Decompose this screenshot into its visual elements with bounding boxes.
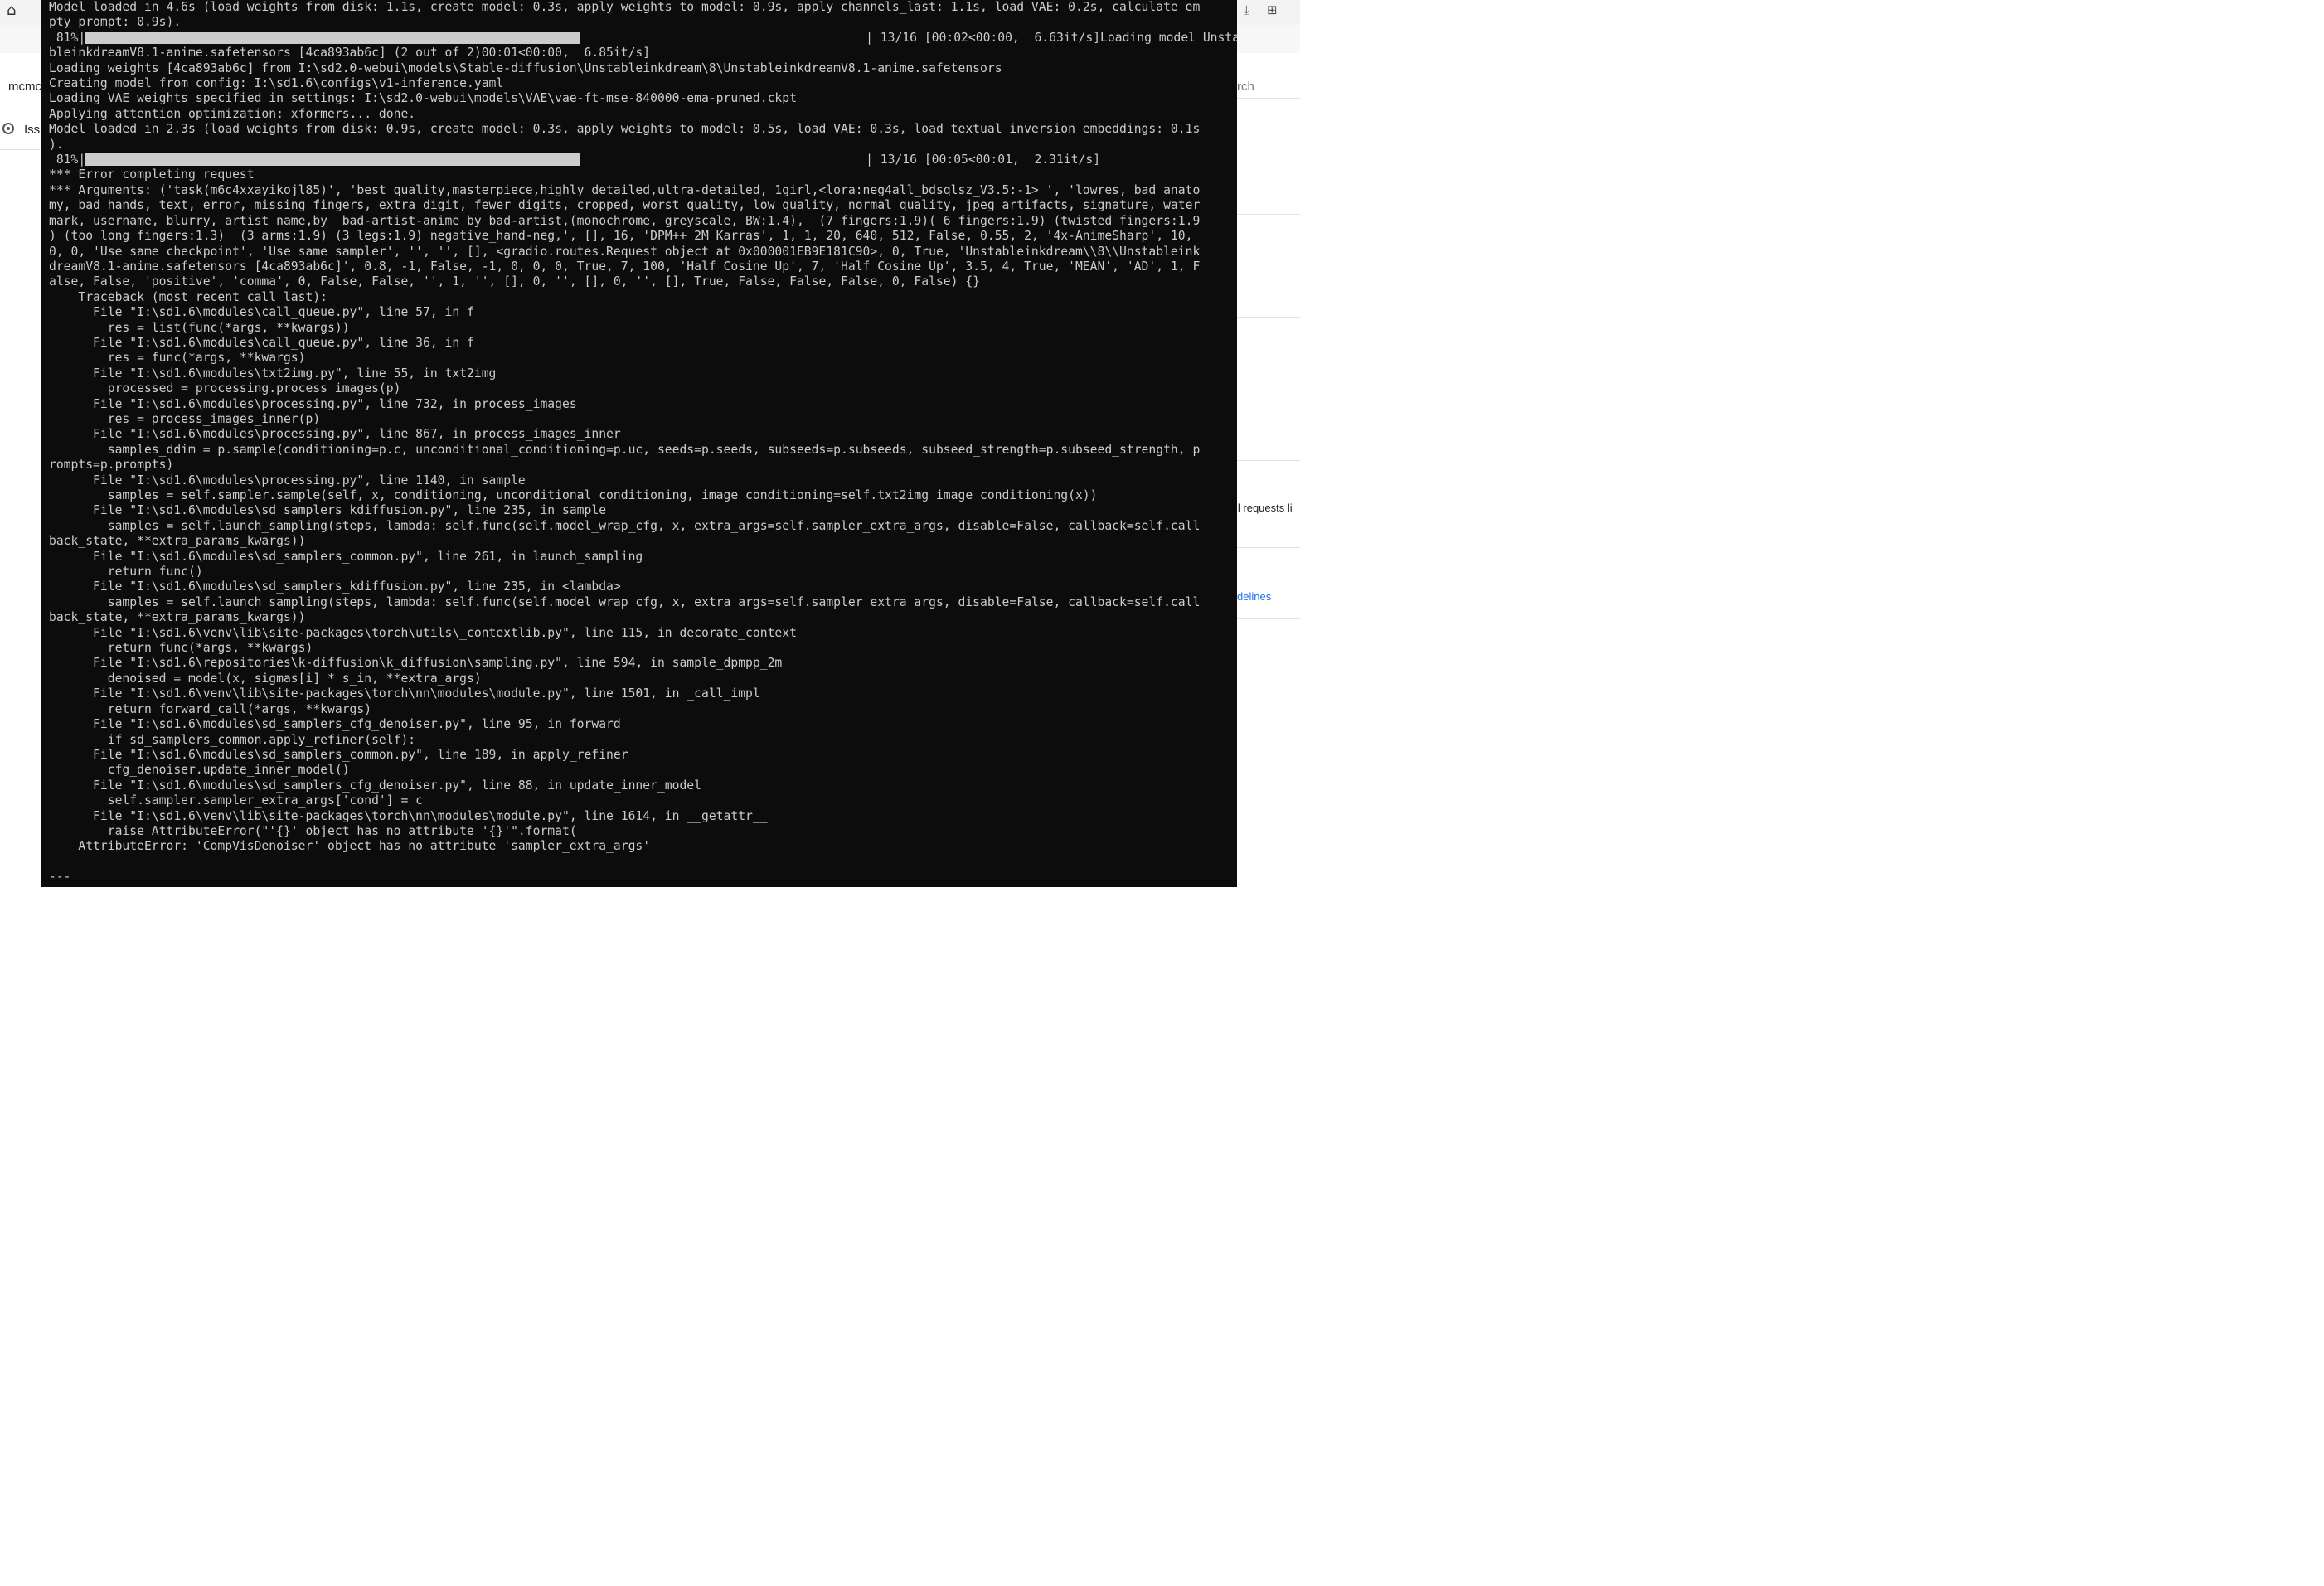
terminal-line: Loading weights [4ca893ab6c] from I:\sd2… [49,61,1002,75]
terminal-line: Traceback (most recent call last): [49,289,328,304]
terminal-line: Loading VAE weights specified in setting… [49,91,797,106]
terminal-window[interactable]: Model loaded in 4.6s (load weights from … [41,0,1237,887]
terminal-line: res = list(func(*args, **kwargs)) [49,320,350,335]
terminal-line: File "I:\sd1.6\modules\sd_samplers_commo… [49,549,643,564]
terminal-line: File "I:\sd1.6\venv\lib\site-packages\to… [49,625,797,640]
download-icon[interactable]: ⤓ [1244,2,1249,17]
divider [1237,214,1300,215]
terminal-line: if sd_samplers_common.apply_refiner(self… [49,732,416,747]
home-icon[interactable]: ⌂ [7,2,16,19]
terminal-line: Model loaded in 2.3s (load weights from … [49,122,1201,137]
progress-bar-1 [85,31,580,44]
terminal-line: return func(*args, **kwargs) [49,641,313,656]
terminal-line: Model loaded in 4.6s (load weights from … [49,0,1201,14]
guidelines-link[interactable]: delines [1237,590,1271,603]
terminal-line: denoised = model(x, sigmas[i] * s_in, **… [49,671,482,686]
terminal-line: return forward_call(*args, **kwargs) [49,701,372,716]
translate-icon[interactable]: ⊞ [1267,2,1278,17]
terminal-line: File "I:\sd1.6\modules\txt2img.py", line… [49,366,497,381]
terminal-line: res = func(*args, **kwargs) [49,351,306,366]
terminal-line: AttributeError: 'CompVisDenoiser' object… [49,839,651,854]
terminal-line: back_state, **extra_params_kwargs)) [49,610,306,625]
terminal-line: mark, username, blurry, artist name,by b… [49,213,1201,228]
terminal-line: samples = self.launch_sampling(steps, la… [49,518,1201,533]
toolbar-right-icons: ⤓ ⊞ [1237,0,1300,25]
terminal-line: cfg_denoiser.update_inner_model() [49,763,350,778]
terminal-line: dreamV8.1-anime.safetensors [4ca893ab6c]… [49,259,1201,274]
terminal-line: my, bad hands, text, error, missing fing… [49,198,1201,213]
terminal-line: res = process_images_inner(p) [49,411,321,426]
terminal-block-bottom: *** Error completing request *** Argument… [49,167,1226,885]
terminal-line: 0, 0, 'Use same checkpoint', 'Use same s… [49,244,1201,259]
divider [1237,618,1300,619]
search-input[interactable]: rch [1237,80,1254,94]
terminal-line: File "I:\sd1.6\modules\processing.py", l… [49,473,526,487]
terminal-line: File "I:\sd1.6\repositories\k-diffusion\… [49,656,783,671]
terminal-line: bleinkdreamV8.1-anime.safetensors [4ca89… [49,46,651,61]
left-panel-label[interactable]: mcmc [8,80,41,94]
terminal-line: self.sampler.sampler_extra_args['cond'] … [49,793,423,808]
terminal-line: samples = self.launch_sampling(steps, la… [49,594,1201,609]
terminal-line: Applying attention optimization: xformer… [49,106,416,121]
terminal-line: --- [49,870,71,885]
divider [1237,460,1300,461]
terminal-line: *** Arguments: ('task(m6c4xxayikojl85)',… [49,182,1201,197]
terminal-line: samples_ddim = p.sample(conditioning=p.c… [49,442,1201,457]
divider [1237,547,1300,548]
left-issue-label[interactable]: Iss [24,123,40,137]
progress-line-2: 81%| | 13/16 [00:05<00:01, 2.31it/s] [49,153,1101,167]
terminal-line: samples = self.sampler.sample(self, x, c… [49,488,1098,502]
terminal-line: alse, False, 'positive', 'comma', 0, Fal… [49,274,981,289]
terminal-line: File "I:\sd1.6\modules\sd_samplers_kdiff… [49,503,607,518]
terminal-line: File "I:\sd1.6\modules\call_queue.py", l… [49,335,474,350]
requests-text: ll requests li [1235,502,1293,514]
terminal-line: File "I:\sd1.6\modules\sd_samplers_commo… [49,747,628,762]
terminal-line: File "I:\sd1.6\modules\call_queue.py", l… [49,305,474,320]
terminal-line: back_state, **extra_params_kwargs)) [49,534,306,549]
terminal-line: File "I:\sd1.6\modules\processing.py", l… [49,427,621,442]
terminal-line: raise AttributeError("'{}' object has no… [49,823,577,838]
terminal-line: ). [49,137,64,152]
terminal-line: File "I:\sd1.6\venv\lib\site-packages\to… [49,686,760,701]
terminal-line: File "I:\sd1.6\modules\sd_samplers_kdiff… [49,580,621,594]
terminal-line: Creating model from config: I:\sd1.6\con… [49,76,504,91]
terminal-line: ) (too long fingers:1.3) (3 arms:1.9) (3… [49,229,1193,244]
terminal-line: File "I:\sd1.6\modules\sd_samplers_cfg_d… [49,778,701,793]
progress-line-1: 81%| | 13/16 [00:02<00:00, 6.63it/s]Load… [49,30,1237,45]
terminal-line: *** Error completing request [49,167,255,182]
progress-bar-2 [85,153,580,167]
terminal-block-mid: bleinkdreamV8.1-anime.safetensors [4ca89… [49,46,1226,153]
terminal-output: Model loaded in 4.6s (load weights from … [49,0,1237,885]
terminal-line: rompts=p.prompts) [49,458,174,473]
terminal-line: File "I:\sd1.6\modules\processing.py", l… [49,396,577,411]
terminal-line: pty prompt: 0.9s). [49,15,182,30]
terminal-line: File "I:\sd1.6\modules\sd_samplers_cfg_d… [49,717,621,732]
terminal-line: processed = processing.process_images(p) [49,381,401,396]
terminal-block-top: Model loaded in 4.6s (load weights from … [49,0,1226,31]
divider [1237,317,1300,318]
divider [1237,98,1300,99]
terminal-line: File "I:\sd1.6\venv\lib\site-packages\to… [49,808,768,823]
terminal-line: return func() [49,565,203,580]
issue-icon [2,123,14,134]
divider [0,149,40,150]
